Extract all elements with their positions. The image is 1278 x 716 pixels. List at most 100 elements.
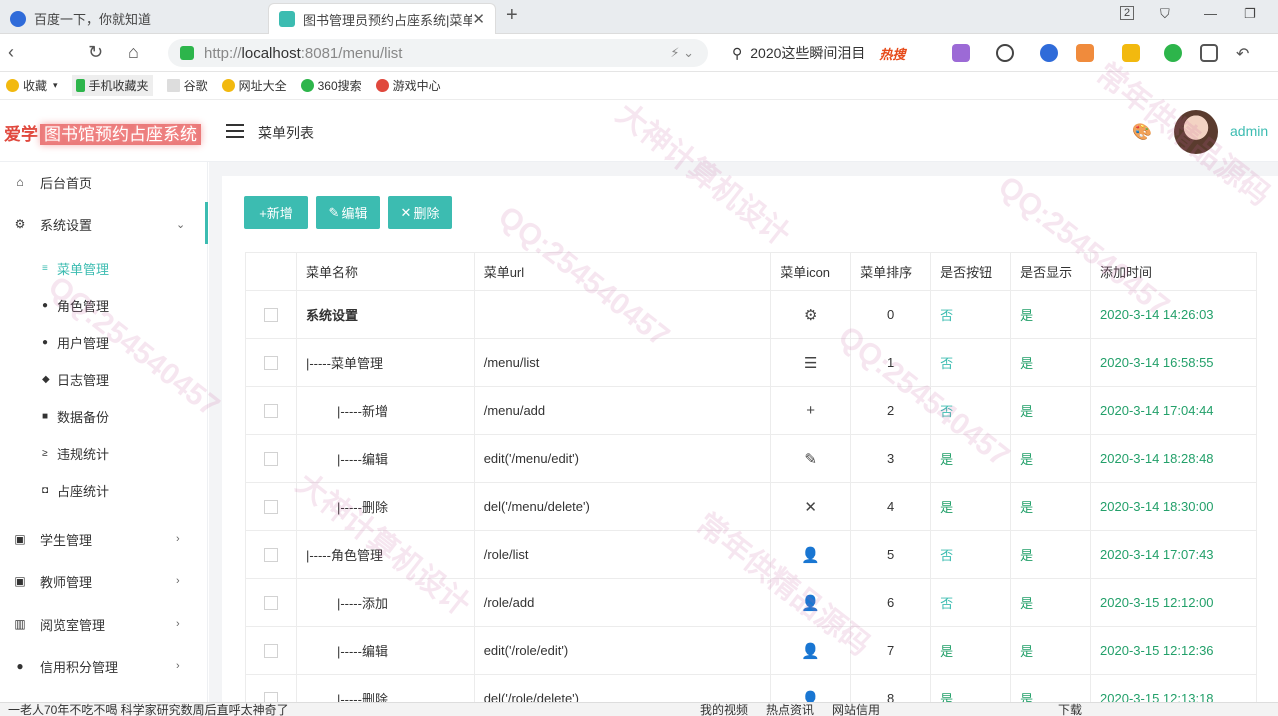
row-checkbox[interactable]: [263, 548, 278, 563]
sidebar: ⌂ 后台首页 ⚙ 系统设置 ⌄ ≡ 菜单管理 ● 角色管理 ● 用户管理 ◆ 日…: [0, 162, 208, 702]
row-checkbox[interactable]: [263, 644, 278, 659]
close-tab-icon[interactable]: ✕: [472, 10, 485, 28]
user-gear-icon: ●: [42, 299, 49, 311]
menu-name-cell: |-----角色管理: [295, 530, 475, 579]
edit-button[interactable]: ✎ 编辑: [316, 196, 380, 229]
row-select-cell: [245, 626, 297, 675]
status-item[interactable]: 下载: [1058, 703, 1082, 716]
row-select-cell: [245, 578, 297, 627]
pencil-icon: ✎: [328, 204, 340, 220]
sidebar-subitem-seat-stats[interactable]: ◘ 占座统计: [0, 472, 208, 508]
sidebar-item-home[interactable]: ⌂ 后台首页: [0, 162, 208, 202]
add-button[interactable]: +新增: [244, 196, 308, 229]
is-button-cell: 否: [930, 578, 1012, 627]
apps-grid-icon[interactable]: [1200, 44, 1218, 62]
phone-icon: [75, 79, 85, 92]
sidebar-item-teacher-management[interactable]: ▣ 教师管理 ›: [0, 561, 208, 601]
coupon-icon[interactable]: [1122, 44, 1140, 62]
avatar[interactable]: [1174, 110, 1218, 154]
browser-tab-baidu[interactable]: 百度一下，你就知道: [0, 3, 264, 34]
menu-url-cell: /menu/list: [473, 338, 772, 387]
is-button-cell: 否: [930, 530, 1012, 579]
scissors-icon[interactable]: [996, 44, 1014, 62]
sidebar-item-label: 系统设置: [40, 217, 93, 233]
status-item[interactable]: 我的视频: [700, 703, 748, 716]
new-tab-button[interactable]: +: [506, 4, 518, 27]
table-row[interactable]: |-----菜单管理/menu/list ☰ 1 否是 2020-3-14 16:58:…: [245, 338, 1257, 387]
sidebar-subitem-violation-stats[interactable]: ≥ 违规统计: [0, 435, 208, 471]
news-ticker[interactable]: 一老人70年不吃不喝 科学家研究数周后直呼太神奇了: [8, 703, 289, 716]
menu-url-cell: /role/list: [473, 530, 772, 579]
browser-tab-active[interactable]: 图书管理员预约占座系统|菜单管 ✕: [268, 3, 496, 34]
sidebar-subitem-menu-management[interactable]: ≡ 菜单管理: [0, 250, 208, 286]
bookmark-360[interactable]: 360搜索: [300, 77, 362, 94]
status-item[interactable]: 网站信用: [832, 703, 880, 716]
table-row[interactable]: |-----添加/role/add 👤 6 否是 2020-3-15 12:12:00: [245, 578, 1257, 627]
bookmark-games[interactable]: 游戏中心: [375, 77, 441, 94]
browser-tab-bar: 百度一下，你就知道 图书管理员预约占座系统|菜单管 ✕ + 2 ⛉ — ❐: [0, 0, 1278, 34]
shirt-icon[interactable]: ⛉: [1160, 6, 1170, 22]
bookmark-favorites[interactable]: 收藏 ▾: [6, 77, 58, 94]
table-row[interactable]: |-----角色管理/role/list 👤 5 否是 2020-3-14 17:07:…: [245, 530, 1257, 579]
chat-icon[interactable]: [1164, 44, 1182, 62]
row-checkbox[interactable]: [263, 404, 278, 419]
translate-icon[interactable]: [952, 44, 970, 62]
back-icon[interactable]: ‹: [8, 42, 14, 63]
minimize-icon[interactable]: —: [1204, 6, 1217, 21]
bookmark-mobile[interactable]: 手机收藏夹: [71, 75, 153, 96]
bookmark-google[interactable]: 谷歌: [166, 77, 208, 94]
sidebar-subitem-user-management[interactable]: ● 用户管理: [0, 324, 208, 360]
menu-name-cell: |-----删除: [295, 482, 475, 531]
menu-sort-cell: 5: [850, 530, 932, 579]
table-row[interactable]: |-----新增/menu/add +2 否是 2020-3-14 17:04:44: [245, 386, 1257, 435]
game-icon[interactable]: [1076, 44, 1094, 62]
database-icon: ■: [42, 410, 49, 422]
menu-icon-cell: +: [770, 386, 852, 435]
menu-name-cell: |-----编辑: [295, 626, 475, 675]
row-checkbox[interactable]: [263, 356, 278, 371]
menu-sort-cell: 7: [850, 626, 932, 675]
row-select-cell: [245, 386, 297, 435]
row-checkbox[interactable]: [263, 308, 278, 323]
sidebar-item-label: 学生管理: [40, 532, 93, 548]
table-row[interactable]: |-----编辑 edit('/role/edit') 👤 7 是是 2020-3-15 …: [245, 626, 1257, 675]
row-select-cell: [245, 530, 297, 579]
magnifier-tool-icon[interactable]: [1040, 44, 1058, 62]
column-header: 是否显示: [1010, 252, 1092, 291]
table-row[interactable]: |-----编辑 edit('/menu/edit') ✎ 3 是是 2020-3-14 …: [245, 434, 1257, 483]
close-icon: ✕: [804, 498, 817, 516]
sidebar-item-reading-room[interactable]: ▥ 阅览室管理 ›: [0, 604, 208, 644]
table-row[interactable]: |-----删除 del('/menu/delete') ✕ 4 是是 2020-3-14…: [245, 482, 1257, 531]
restore-icon[interactable]: ❐: [1244, 6, 1256, 22]
sidebar-subitem-log-management[interactable]: ◆ 日志管理: [0, 361, 208, 397]
reload-icon[interactable]: ↻: [88, 42, 103, 63]
bookmark-label: 谷歌: [183, 79, 208, 93]
is-button-cell: 是: [930, 626, 1012, 675]
row-checkbox[interactable]: [263, 596, 278, 611]
palette-icon[interactable]: 🎨: [1132, 122, 1152, 142]
url-input[interactable]: http://localhost:8081/menu/list ⚡ ⌄: [168, 39, 708, 67]
home-browser-icon[interactable]: ⌂: [128, 42, 139, 63]
undo-icon[interactable]: ↶: [1236, 44, 1254, 63]
is-button-cell: 是: [930, 434, 1012, 483]
search-box[interactable]: ⚲ 2020这些瞬间泪目 热搜: [722, 39, 932, 67]
is-button-cell: 否: [930, 338, 1012, 387]
delete-button[interactable]: ✕ 删除: [388, 196, 452, 229]
menu-icon-cell: 👤: [770, 530, 852, 579]
row-checkbox[interactable]: [263, 500, 278, 515]
sidebar-subitem-data-backup[interactable]: ■ 数据备份: [0, 398, 208, 434]
url-actions-icon[interactable]: ⚡ ⌄: [670, 45, 694, 61]
user-menu[interactable]: admin: [1230, 123, 1268, 139]
tab-count-badge[interactable]: 2: [1120, 6, 1135, 20]
menu-toggle-icon[interactable]: [226, 124, 244, 138]
sidebar-subitem-role-management[interactable]: ● 角色管理: [0, 287, 208, 323]
row-select-cell: [245, 290, 297, 339]
bookmark-sites[interactable]: 网址大全: [221, 77, 287, 94]
sidebar-item-system-settings[interactable]: ⚙ 系统设置 ⌄: [0, 204, 208, 244]
row-checkbox[interactable]: [263, 452, 278, 467]
sidebar-item-credit[interactable]: ● 信用积分管理 ›: [0, 646, 208, 686]
table-row[interactable]: 系统设置 ⚙ 0 否是 2020-3-14 14:26:03: [245, 290, 1257, 339]
sidebar-item-student-management[interactable]: ▣ 学生管理 ›: [0, 519, 208, 559]
sidebar-subitem-label: 日志管理: [57, 372, 110, 388]
status-item[interactable]: 热点资讯: [766, 703, 814, 716]
